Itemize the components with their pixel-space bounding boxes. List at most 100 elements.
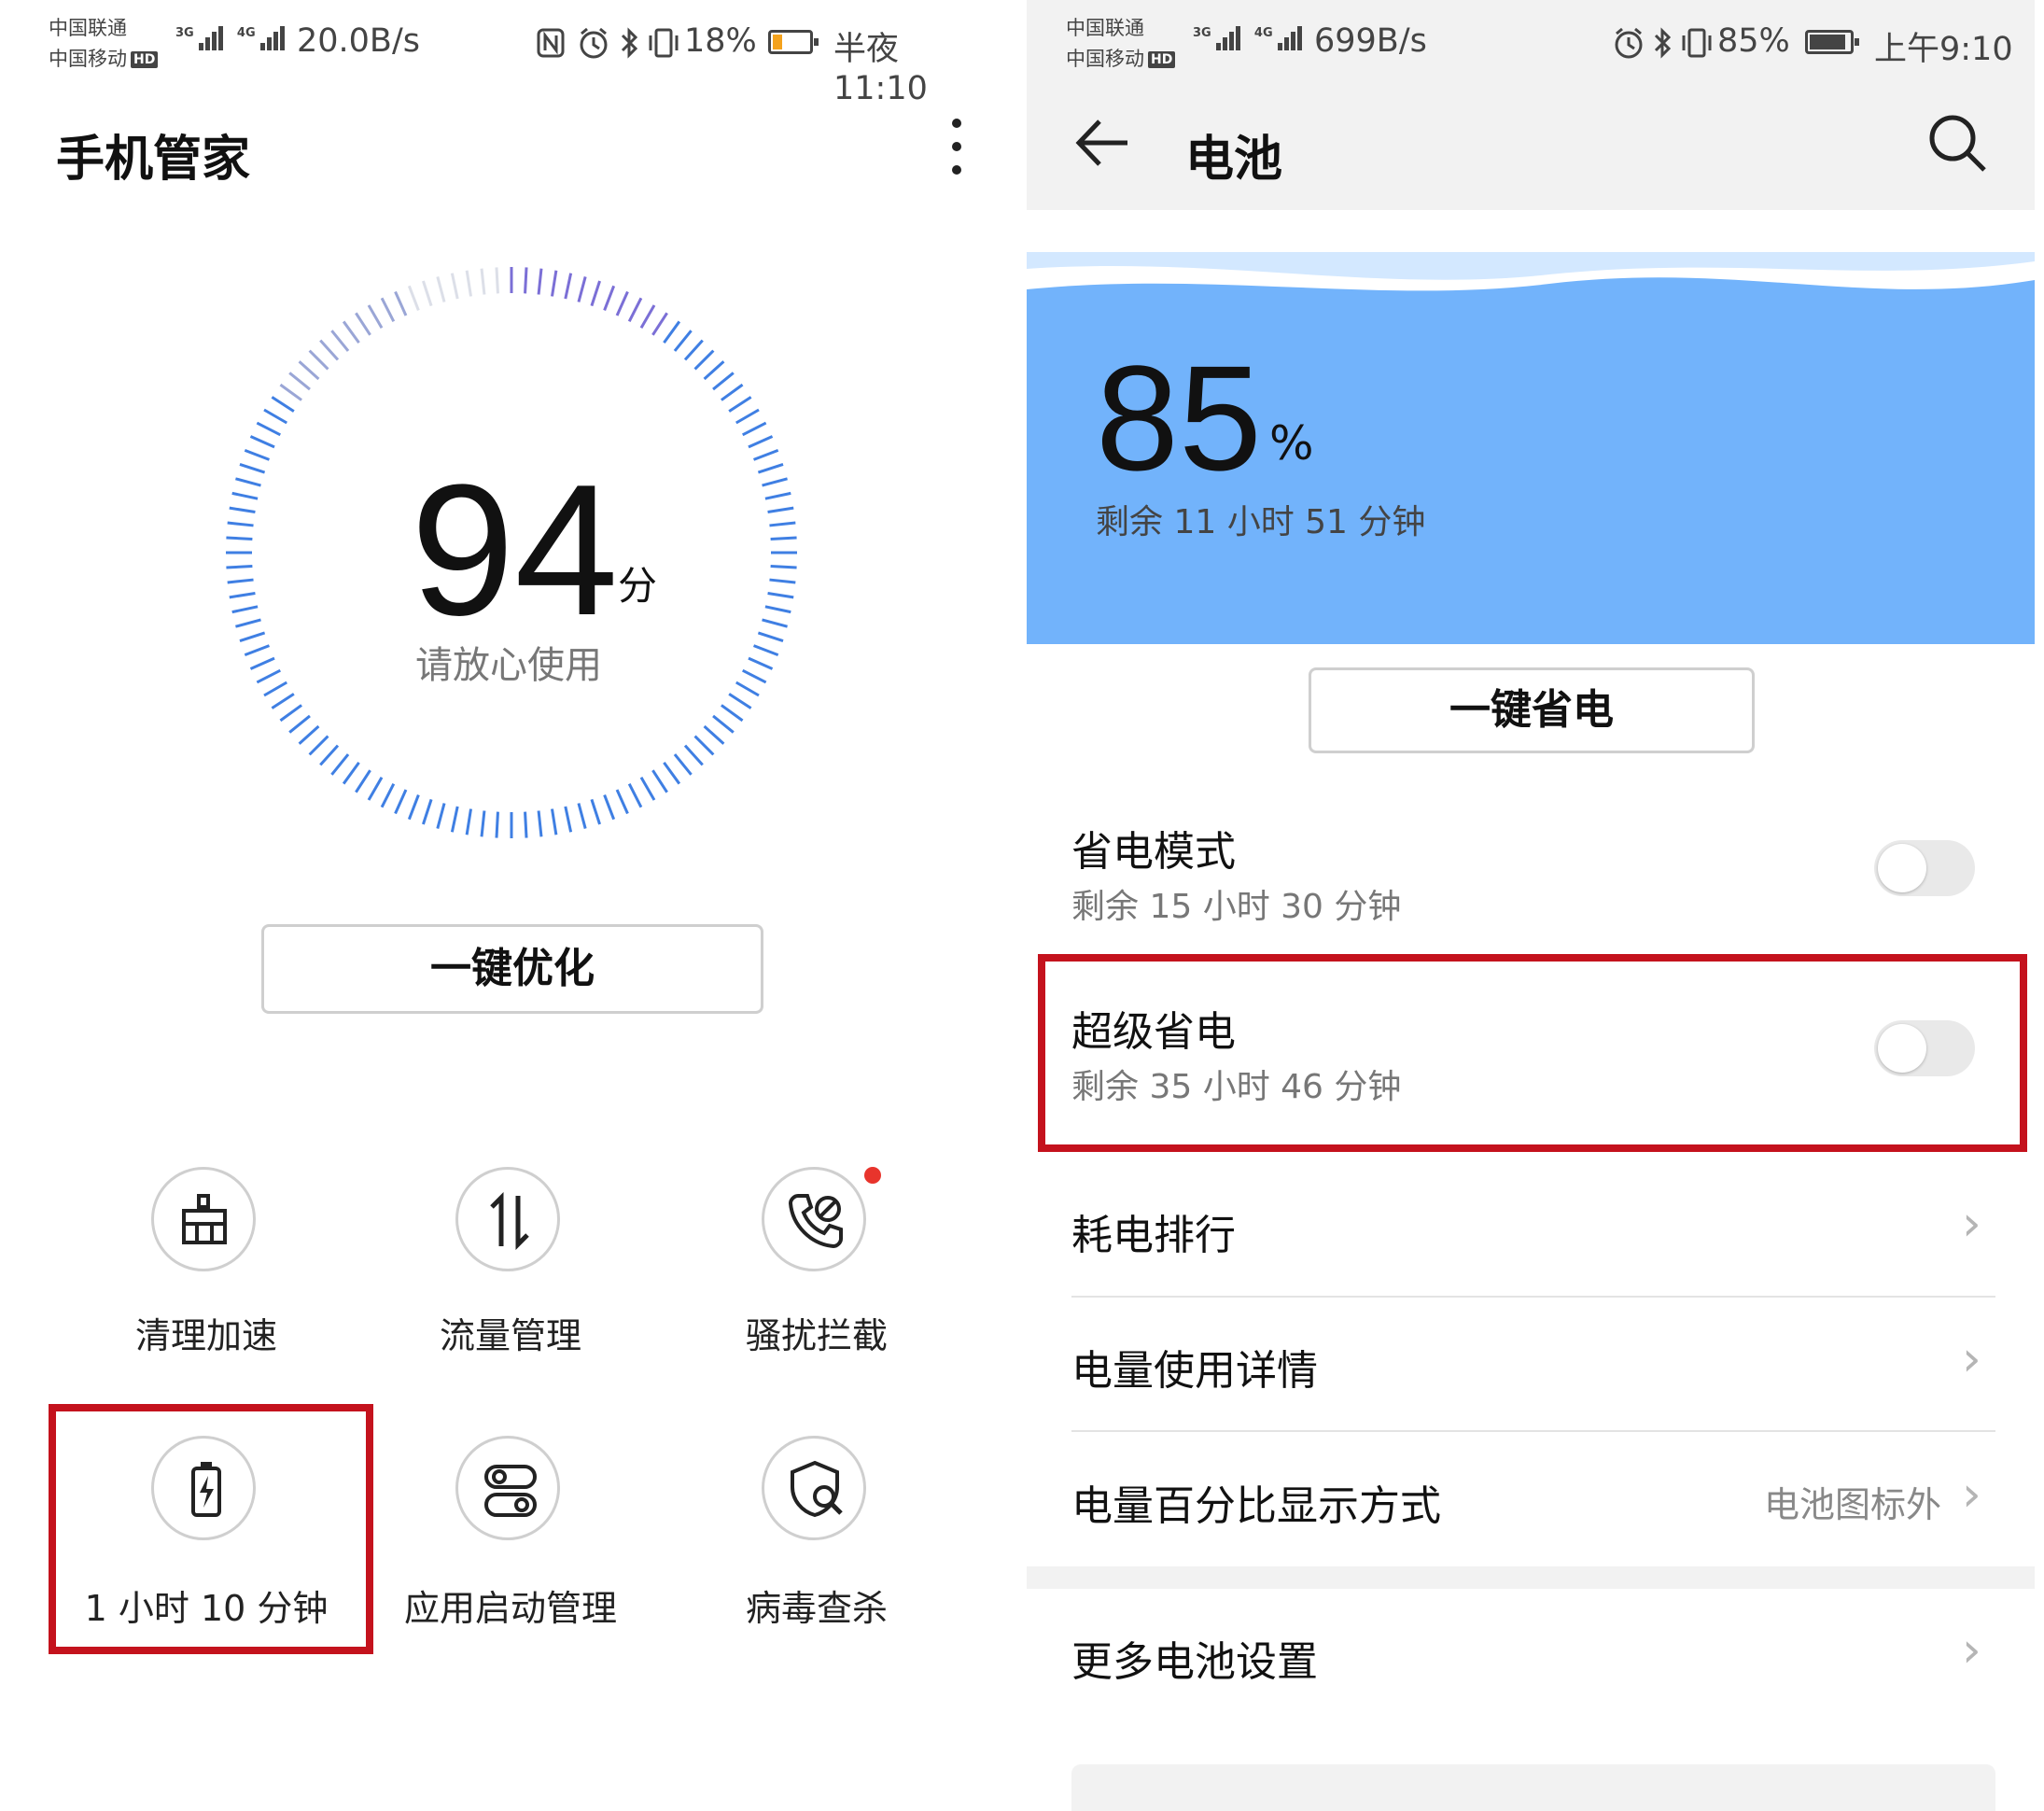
dial-tick: [590, 798, 601, 825]
dial-tick: [683, 744, 704, 766]
dial-tick: [728, 396, 752, 413]
power-saving-mode-row[interactable]: 省电模式 剩余 15 小时 30 分钟: [1027, 803, 2035, 943]
row-title: 电量百分比显示方式: [1071, 1482, 1441, 1530]
vibrate-icon: [1682, 28, 1712, 58]
dial-tick: [422, 798, 433, 825]
dial-tick: [450, 273, 459, 300]
battery-low-icon: [768, 30, 819, 54]
dial-tick: [742, 421, 767, 437]
battery-full-icon: [1805, 30, 1859, 54]
dial-tick: [367, 304, 384, 329]
dial-tick: [752, 448, 779, 461]
dial-tick: [226, 565, 253, 569]
dial-tick: [436, 276, 446, 302]
virus-scan-icon-circle: [762, 1436, 866, 1540]
dial-tick: [288, 714, 311, 734]
dial-tick: [762, 477, 788, 487]
dial-tick: [627, 297, 643, 322]
dial-tick: [564, 273, 573, 300]
dial-tick: [651, 312, 668, 336]
page-title: 手机管家: [56, 132, 251, 188]
more-options-icon[interactable]: [943, 117, 971, 176]
row-title: 省电模式: [1071, 828, 1236, 876]
dial-tick: [308, 735, 329, 756]
app-launch-icon-circle: [455, 1436, 560, 1540]
app-launch-icon: [484, 1465, 537, 1517]
clock: 半夜11:10: [833, 31, 928, 107]
dial-tick: [693, 735, 715, 756]
dial-tick: [422, 280, 433, 307]
tool-label: 清理加速: [134, 1315, 277, 1356]
back-arrow-icon[interactable]: [1073, 114, 1133, 172]
score-unit: 分: [618, 563, 658, 609]
dial-tick: [394, 290, 408, 316]
dial-tick: [227, 578, 254, 584]
dial-tick: [271, 693, 295, 709]
dial-tick: [673, 330, 693, 352]
dial-tick: [480, 810, 486, 837]
dial-tick: [537, 810, 543, 837]
dial-tick: [231, 605, 259, 614]
dial-tick: [330, 330, 350, 352]
dial-tick: [465, 808, 472, 835]
one-tap-optimize-button[interactable]: 一键优化: [261, 924, 763, 1014]
dial-tick: [355, 312, 371, 336]
dial-tick: [757, 463, 784, 474]
tool-virus-scan[interactable]: 病毒查杀: [663, 1436, 971, 1629]
dial-tick: [703, 724, 725, 745]
dial-tick: [769, 578, 796, 584]
dial-tick: [355, 769, 371, 793]
tool-app-launch[interactable]: 应用启动管理: [357, 1436, 665, 1629]
dial-tick: [770, 565, 797, 569]
row-title: 更多电池设置: [1071, 1638, 1318, 1686]
dial-tick: [256, 421, 281, 437]
power-saving-mode-toggle[interactable]: [1874, 840, 1975, 896]
dial-tick: [712, 714, 735, 734]
dial-tick: [407, 285, 420, 312]
dial-tick: [465, 270, 472, 297]
status-bar-right: 85% 上午9:10: [1613, 22, 2023, 68]
more-battery-settings-row[interactable]: 更多电池设置 ›: [1027, 1589, 2035, 1720]
wave-decoration: [1027, 252, 2035, 291]
power-consumption-ranking-row[interactable]: 耗电排行 ›: [1027, 1162, 2035, 1293]
broom-icon-circle: [151, 1167, 256, 1271]
carrier-unicom: 中国联通: [1066, 17, 1144, 39]
dial-tick: [712, 372, 735, 391]
dial-tick: [748, 435, 774, 449]
score-display: 94 分: [411, 450, 709, 644]
data-transfer-icon-circle: [455, 1167, 560, 1271]
dial-tick: [577, 803, 587, 829]
dial-tick: [226, 536, 253, 540]
dial-tick: [288, 372, 311, 391]
dial-tick: [551, 270, 558, 297]
battery-usage-details-row[interactable]: 电量使用详情 ›: [1027, 1298, 2035, 1428]
notification-badge: [864, 1167, 881, 1184]
dial-tick: [263, 408, 287, 425]
tool-harassment-block[interactable]: 骚扰拦截: [663, 1167, 971, 1356]
dial-tick: [394, 789, 408, 815]
dial-tick: [249, 435, 275, 449]
nfc-icon: [537, 28, 565, 58]
tool-label: 流量管理: [439, 1315, 581, 1356]
dial-tick: [673, 753, 693, 776]
dial-tick: [651, 769, 668, 793]
dial-tick: [627, 783, 643, 808]
call-block-icon: [788, 1194, 843, 1249]
battery-level: 85 %: [1096, 336, 1376, 495]
dial-tick: [319, 339, 340, 361]
vibrate-icon: [649, 28, 679, 58]
chevron-right-icon: ›: [1962, 1196, 1981, 1252]
tool-cleanup[interactable]: 清理加速: [52, 1167, 360, 1356]
dial-tick: [693, 349, 715, 371]
dial-tick: [298, 724, 320, 745]
search-icon[interactable]: [1926, 112, 1988, 174]
one-tap-power-save-button[interactable]: 一键省电: [1309, 667, 1755, 753]
battery-remaining-time: 剩余 11 小时 51 分钟: [1096, 503, 1426, 541]
section-separator: [1027, 1566, 2035, 1589]
dial-tick: [762, 618, 788, 628]
dial-tick: [769, 521, 796, 527]
dial-tick: [308, 349, 329, 371]
tool-data-management[interactable]: 流量管理: [357, 1167, 665, 1356]
dial-tick: [380, 297, 396, 322]
battery-percentage-display-row[interactable]: 电量百分比显示方式 电池图标外 ›: [1027, 1433, 2035, 1564]
